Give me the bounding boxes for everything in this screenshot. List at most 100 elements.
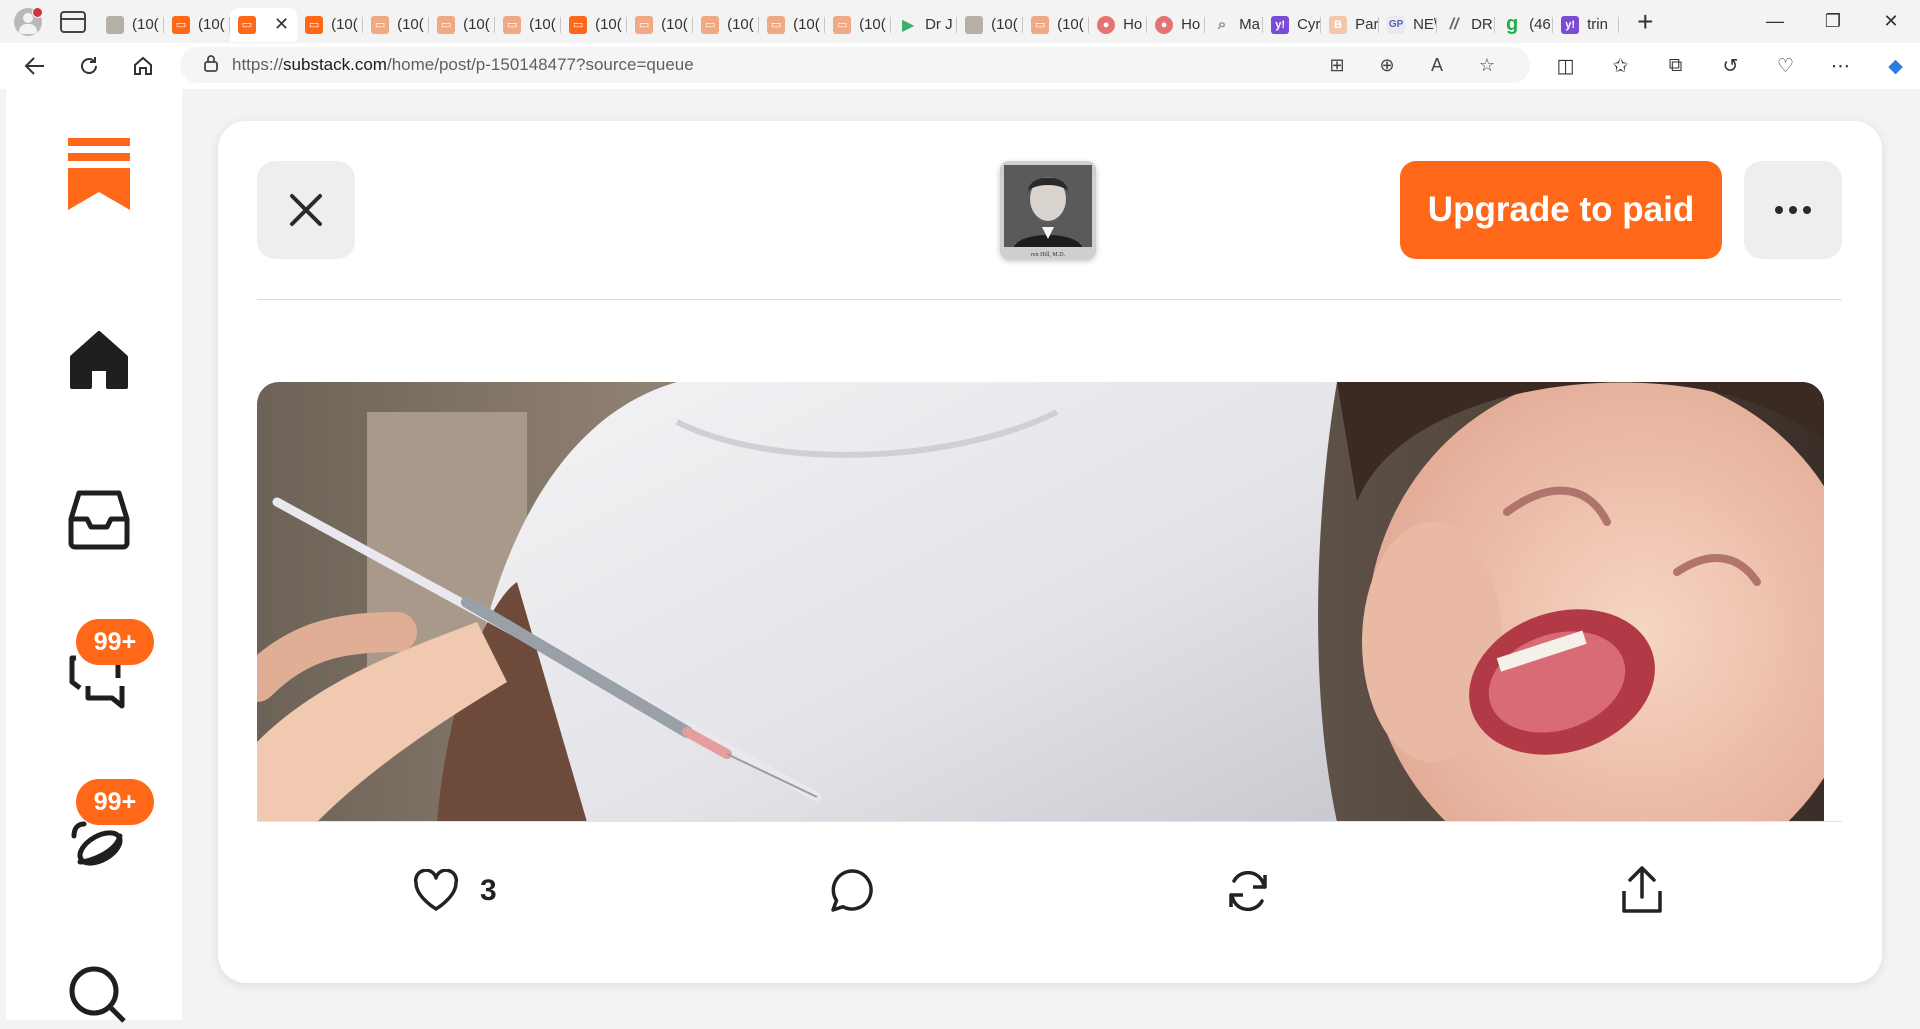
header-divider — [257, 299, 1842, 300]
close-post-button[interactable] — [257, 161, 355, 259]
tab-label: (10( — [727, 16, 754, 33]
tab-label: (10( — [463, 16, 490, 33]
new-tab-icon[interactable]: + — [1637, 7, 1653, 36]
notification-dot — [32, 6, 43, 18]
browser-tab[interactable]: ▭ (10( — [429, 8, 496, 42]
browser-tab-strip: (10(▭ (10(▭ ✕ ▭ (10(▭ (10(▭ (10(▭ (10(▭ (10(▭ (10… — [0, 0, 1920, 43]
substack-faded-favicon-icon: ▭ — [635, 15, 654, 34]
substack-favicon-icon: ▭ — [238, 15, 256, 34]
browser-tab[interactable]: ▭ (10( — [693, 8, 760, 42]
comment-icon — [831, 869, 873, 912]
app-available-icon[interactable]: ⊞ — [1312, 55, 1362, 76]
browser-tab[interactable]: ▭ (10( — [561, 8, 628, 42]
browser-tab[interactable]: y! trin — [1553, 8, 1620, 42]
browser-toolbar: https://substack.com/home/post/p-1501484… — [0, 43, 1920, 89]
back-icon[interactable] — [8, 46, 62, 86]
browser-tab[interactable]: ⌕ Ma — [1205, 8, 1264, 42]
restack-button[interactable] — [1224, 861, 1272, 921]
g-favicon-icon: g — [1505, 13, 1519, 35]
address-bar[interactable]: https://substack.com/home/post/p-1501484… — [180, 47, 1530, 83]
lock-icon[interactable] — [204, 54, 218, 77]
yahoo-favicon-icon: y! — [1271, 15, 1290, 34]
podcast-favicon-icon: ● — [1097, 15, 1116, 34]
restack-icon — [1229, 870, 1267, 912]
minimize-icon[interactable]: — — [1746, 0, 1804, 43]
author-avatar[interactable]: ren Hill, M.D. — [1000, 161, 1096, 259]
svg-text:ren Hill, M.D.: ren Hill, M.D. — [1031, 252, 1066, 258]
substack-favicon-icon: ▭ — [305, 15, 324, 34]
search-nav-icon[interactable] — [64, 959, 134, 1029]
substack-faded-favicon-icon: ▭ — [833, 15, 852, 34]
browser-tab[interactable]: // DR — [1437, 8, 1496, 42]
tab-label: Dr J — [925, 16, 953, 33]
tab-label: (10( — [397, 16, 424, 33]
window-close-icon[interactable]: ✕ — [1862, 0, 1920, 43]
browser-tab[interactable]: ▭ (10( — [1023, 8, 1090, 42]
tab-label: (10( — [132, 16, 159, 33]
more-options-button[interactable] — [1744, 161, 1842, 259]
favorite-star-icon[interactable]: ☆ — [1462, 55, 1512, 76]
restore-icon[interactable]: ❐ — [1804, 0, 1862, 43]
copilot-icon[interactable]: ◆ — [1868, 55, 1920, 78]
ellipsis-icon — [1775, 206, 1811, 214]
tab-label: (10( — [529, 16, 556, 33]
substack-faded-favicon-icon: ▭ — [503, 15, 522, 34]
home-nav-icon[interactable] — [64, 325, 134, 395]
tab-label: (10( — [991, 16, 1018, 33]
browser-tab[interactable]: ▶ Dr J — [891, 8, 958, 42]
browser-tab[interactable]: ▭ (10( — [164, 8, 230, 42]
sidebar: 99+ 99+ — [6, 89, 182, 1023]
tab-label: Ho — [1181, 16, 1201, 33]
browser-tab[interactable]: ▭ (10( — [825, 8, 892, 42]
browser-tab[interactable]: B Par — [1321, 8, 1380, 42]
browser-tab[interactable]: (10( — [98, 8, 164, 42]
refresh-icon[interactable] — [62, 46, 116, 86]
browser-tab[interactable]: ● Ho — [1089, 8, 1148, 42]
substack-faded-favicon-icon: ▭ — [767, 15, 786, 34]
post-actions: 3 — [218, 861, 1882, 961]
zoom-icon[interactable]: ⊕ — [1362, 55, 1412, 76]
substack-logo[interactable] — [64, 138, 134, 210]
close-tab-icon[interactable]: ✕ — [274, 14, 289, 35]
home-icon[interactable] — [116, 46, 170, 86]
browser-tab[interactable]: ▭ (10( — [627, 8, 694, 42]
profile-icon[interactable] — [14, 6, 43, 36]
url-text[interactable]: https://substack.com/home/post/p-1501484… — [232, 55, 694, 75]
actions-divider — [257, 821, 1842, 822]
browser-tab[interactable]: y! Cyr — [1263, 8, 1322, 42]
collections-icon[interactable]: ⧉ — [1648, 55, 1703, 77]
browser-tab[interactable]: ● Ho — [1147, 8, 1206, 42]
browser-tab[interactable]: g (46 — [1495, 8, 1554, 42]
post-hero-image[interactable] — [257, 382, 1824, 822]
split-screen-icon[interactable]: ◫ — [1538, 55, 1593, 78]
chat-unread-badge: 99+ — [76, 619, 154, 665]
activity-unread-badge: 99+ — [76, 779, 154, 825]
tab-actions-icon[interactable] — [60, 10, 86, 33]
tab-label: Ma — [1239, 16, 1260, 33]
tab-label: Cyr — [1297, 16, 1321, 33]
tab-label: trin — [1587, 16, 1608, 33]
comment-button[interactable] — [828, 861, 876, 921]
like-button[interactable]: 3 — [412, 861, 497, 921]
inbox-nav-icon[interactable] — [64, 485, 134, 555]
browser-tab[interactable]: ▭ (10( — [363, 8, 430, 42]
browser-tab[interactable]: ▭ (10( — [759, 8, 826, 42]
history-icon[interactable]: ↺ — [1703, 55, 1758, 78]
substack-faded-favicon-icon: ▭ — [1031, 15, 1050, 34]
heart-icon — [413, 869, 459, 911]
tab-label: Ho — [1123, 16, 1143, 33]
favorites-icon[interactable]: ✩ — [1593, 55, 1648, 78]
browser-tab[interactable]: GP NE\ — [1379, 8, 1438, 42]
tab-label: (10( — [859, 16, 886, 33]
browser-tab-active[interactable]: ▭ ✕ — [230, 7, 298, 42]
share-button[interactable] — [1618, 861, 1666, 921]
photo-favicon-icon — [106, 15, 124, 34]
browser-tab[interactable]: ▭ (10( — [495, 8, 562, 42]
browser-tab[interactable]: ▭ (10( — [297, 8, 364, 42]
read-aloud-icon[interactable]: A — [1412, 55, 1462, 76]
more-tools-icon[interactable]: ⋯ — [1813, 55, 1868, 78]
browser-tab[interactable]: (10( — [957, 8, 1024, 42]
performance-icon[interactable]: ♡ — [1758, 55, 1813, 78]
tab-label: (10( — [331, 16, 358, 33]
upgrade-to-paid-button[interactable]: Upgrade to paid — [1400, 161, 1722, 259]
